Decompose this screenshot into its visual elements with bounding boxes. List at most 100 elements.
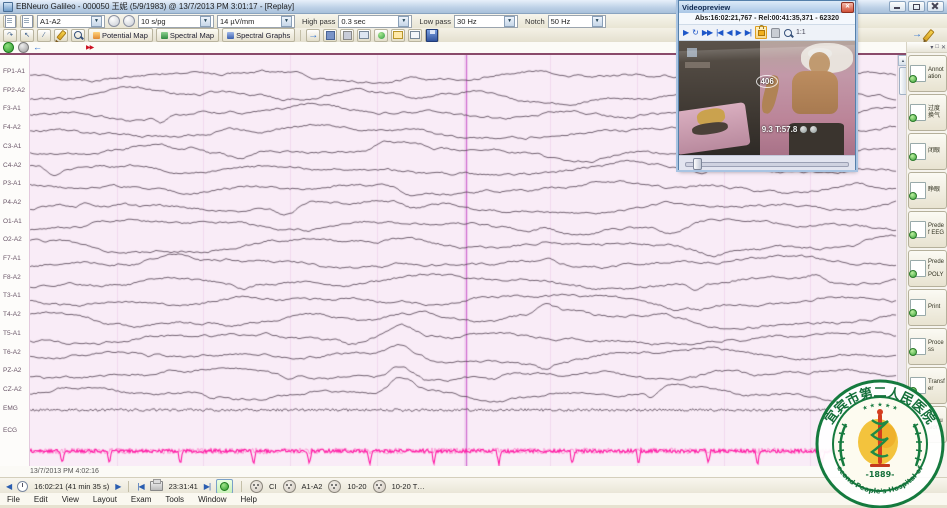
- fast-forward-icon[interactable]: ▶▶: [702, 28, 712, 38]
- lock-sync-icon[interactable]: [755, 26, 767, 39]
- spectral-graphs-button[interactable]: Spectral Graphs: [222, 28, 295, 42]
- pan-hand-icon[interactable]: [771, 28, 780, 38]
- menu-item-window[interactable]: Window: [191, 495, 233, 504]
- video-preview-window[interactable]: Videopreview ✕ Abs:16:02:21,767 - Rel:00…: [678, 0, 856, 170]
- potential-map-button[interactable]: Potential Map: [88, 28, 153, 42]
- slider-thumb[interactable]: [693, 158, 702, 170]
- collapse-icon[interactable]: ▾: [930, 44, 933, 51]
- chevron-down-icon[interactable]: ▼: [91, 16, 102, 27]
- tile-green-icon[interactable]: [374, 29, 388, 42]
- video-window-title: Videopreview: [682, 3, 730, 12]
- zoom-out-icon[interactable]: [123, 15, 135, 27]
- spectral-map-button[interactable]: Spectral Map: [156, 28, 219, 42]
- video-title-bar[interactable]: Videopreview ✕: [679, 1, 855, 13]
- select-cursor-icon[interactable]: ↖: [20, 29, 34, 42]
- undo-icon[interactable]: ↷: [3, 29, 17, 42]
- notch-select[interactable]: 50 Hz ▼: [548, 15, 606, 28]
- montage-value: A1-A2: [40, 17, 89, 26]
- marker-icon[interactable]: ⁄: [37, 29, 51, 42]
- montage-select[interactable]: A1-A2 ▼: [37, 15, 105, 28]
- page-back-icon[interactable]: [3, 15, 17, 28]
- skip-end-icon[interactable]: ▶|: [204, 482, 210, 491]
- step-back-icon[interactable]: ◀: [726, 28, 731, 38]
- transfer-arrow-icon[interactable]: →: [912, 29, 922, 42]
- sidebar-button-predef-poly[interactable]: Predef POLY: [908, 250, 947, 287]
- menu-item-view[interactable]: View: [55, 495, 86, 504]
- skip-back-icon[interactable]: |◀: [716, 28, 722, 38]
- high-pass-value: 0.3 sec: [341, 17, 396, 26]
- chevron-down-icon[interactable]: ▼: [504, 16, 515, 27]
- new-window-icon[interactable]: [408, 29, 422, 42]
- sidebar-button-annotation[interactable]: Annotation: [908, 55, 947, 92]
- loop-icon[interactable]: ↻: [692, 28, 698, 38]
- montage-head-icon[interactable]: [373, 480, 386, 493]
- chevron-down-icon[interactable]: ▼: [592, 16, 603, 27]
- menu-item-tools[interactable]: Tools: [158, 495, 191, 504]
- print-page-icon[interactable]: [150, 481, 163, 491]
- chevron-down-icon[interactable]: ▼: [200, 16, 211, 27]
- maximize-button[interactable]: [908, 1, 925, 12]
- sidebar-button-exclusion[interactable]: Exclusion: [908, 406, 947, 443]
- window-split-icon[interactable]: [323, 29, 337, 42]
- montage-button-label[interactable]: A1-A2: [302, 482, 323, 491]
- sidebar-button-闭眼[interactable]: 闭眼: [908, 133, 947, 170]
- page-list-icon[interactable]: [20, 15, 34, 28]
- save-icon[interactable]: [425, 29, 439, 42]
- close-panel-icon[interactable]: ✕: [941, 44, 946, 51]
- zoom-ratio-label[interactable]: 1:1: [796, 29, 806, 36]
- menu-item-file[interactable]: File: [0, 495, 27, 504]
- sidebar-button-predef-eeg[interactable]: Predef EEG: [908, 211, 947, 248]
- stop-button-icon[interactable]: [18, 42, 29, 53]
- window-pause-icon[interactable]: [340, 29, 354, 42]
- skip-forward-icon[interactable]: ▶|: [745, 28, 751, 38]
- menu-item-layout[interactable]: Layout: [86, 495, 124, 504]
- zoom-in-icon[interactable]: [108, 15, 120, 27]
- montage-button-label[interactable]: 10-20 T…: [392, 482, 425, 491]
- play-forward-icon[interactable]: ▶: [115, 482, 120, 491]
- video-zoom-icon[interactable]: [784, 29, 792, 37]
- chevron-down-icon[interactable]: ▼: [398, 16, 409, 27]
- application-window: EBNeuro Galileo - 000050 王妮 (5/9/1983) @…: [0, 0, 947, 508]
- sidebar-button-过度换气[interactable]: 过度换气: [908, 94, 947, 131]
- close-button[interactable]: [927, 1, 944, 12]
- montage-head-icon[interactable]: [283, 480, 296, 493]
- low-pass-select[interactable]: 30 Hz ▼: [454, 15, 518, 28]
- live-mode-button[interactable]: [216, 479, 233, 494]
- skip-start-icon[interactable]: |◀: [137, 482, 143, 491]
- chevron-down-icon[interactable]: ▼: [281, 16, 292, 27]
- channel-label-p3-a1: P3-A1: [3, 180, 21, 187]
- high-pass-select[interactable]: 0.3 sec ▼: [338, 15, 412, 28]
- tile-windows-icon[interactable]: [357, 29, 371, 42]
- slider-track[interactable]: [685, 162, 849, 167]
- menu-item-edit[interactable]: Edit: [27, 495, 55, 504]
- menu-item-exam[interactable]: Exam: [124, 495, 158, 504]
- gain-select[interactable]: 14 µV/mm ▼: [217, 15, 295, 28]
- montage-button-label[interactable]: CI: [269, 482, 277, 491]
- sidebar-button-睁眼[interactable]: 睁眼: [908, 172, 947, 209]
- sidebar-button-transfer[interactable]: Transfer: [908, 367, 947, 404]
- cascade-windows-icon[interactable]: [391, 29, 405, 42]
- montage-head-icon[interactable]: [250, 480, 263, 493]
- clock-icon[interactable]: [17, 481, 28, 492]
- magnifier-icon[interactable]: [71, 29, 85, 42]
- sidebar-button-process[interactable]: Process: [908, 328, 947, 365]
- back-arrow-icon[interactable]: ←: [33, 43, 42, 52]
- speed-select[interactable]: 10 s/pg ▼: [138, 15, 214, 28]
- montage-head-icon[interactable]: [328, 480, 341, 493]
- minimize-button[interactable]: [889, 1, 906, 12]
- page-forward-icon[interactable]: →: [306, 29, 320, 42]
- menu-item-help[interactable]: Help: [234, 495, 264, 504]
- step-forward-icon[interactable]: ▶: [736, 28, 741, 38]
- notch-label: Notch: [525, 17, 545, 26]
- pin-icon[interactable]: □: [935, 44, 939, 50]
- video-close-icon[interactable]: ✕: [841, 2, 854, 13]
- sidebar-button-print[interactable]: Print: [908, 289, 947, 326]
- play-icon[interactable]: ▶: [683, 28, 688, 38]
- annotation-doc-icon: [910, 377, 926, 394]
- pencil-icon[interactable]: [54, 29, 68, 42]
- video-seek-slider[interactable]: [679, 155, 855, 170]
- prev-page-icon[interactable]: ◀: [6, 482, 11, 491]
- go-button-icon[interactable]: [3, 42, 14, 53]
- montage-button-label[interactable]: 10-20: [347, 482, 366, 491]
- status-dot-icon: [800, 126, 807, 133]
